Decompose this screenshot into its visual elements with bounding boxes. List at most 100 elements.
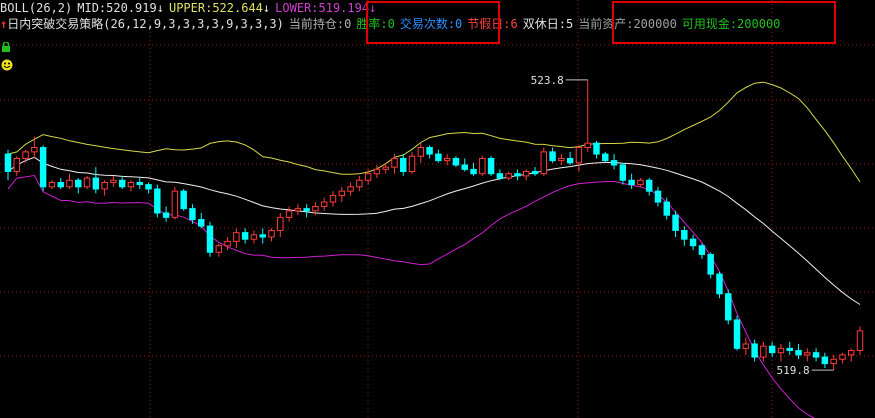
candle-body: [549, 151, 556, 162]
indicator-header: BOLL(26,2) MID: 520.919 ↓ UPPER: 522.644…: [0, 0, 376, 17]
candle: [742, 337, 750, 355]
strategy-params: (26,12,9,3,3,3,3,9,3,3,3): [103, 17, 284, 31]
candle: [681, 226, 688, 246]
candle-body: [663, 201, 670, 216]
candle: [224, 237, 231, 251]
candle-body: [75, 179, 82, 188]
candle: [847, 348, 855, 362]
candle-body: [356, 179, 363, 188]
price-annotations: 523.8 519.8: [531, 74, 834, 377]
candle-body: [821, 356, 829, 365]
candle-body: [408, 155, 416, 173]
candle-body: [198, 219, 205, 227]
candle-body: [233, 232, 240, 242]
candle-body: [373, 168, 381, 175]
candle: [83, 175, 91, 189]
candle-body: [180, 190, 187, 210]
candle: [259, 228, 266, 244]
candle-body: [154, 188, 161, 214]
candle: [566, 151, 574, 165]
candle: [768, 341, 776, 358]
candle: [48, 180, 56, 189]
candle-body: [347, 186, 354, 192]
assets-highlight-box: [612, 1, 836, 44]
mid-band-line: [7, 156, 861, 305]
candle-body: [856, 330, 864, 352]
candle: [725, 289, 732, 325]
candle: [400, 154, 407, 176]
candle-body: [118, 179, 126, 188]
candle-body: [391, 157, 398, 168]
candle-body: [338, 190, 345, 197]
candle-body: [698, 245, 706, 255]
candle-body: [417, 147, 425, 157]
candle: [13, 156, 21, 176]
candle: [698, 243, 706, 259]
candle: [303, 204, 310, 218]
candle: [689, 234, 697, 251]
candle-body: [4, 153, 12, 173]
candle-body: [742, 343, 750, 349]
candle: [733, 315, 741, 351]
strategy-label[interactable]: 日内突破交易策略: [7, 16, 103, 33]
candle-body: [672, 214, 679, 231]
candle: [804, 348, 811, 362]
candle: [610, 154, 618, 170]
candle: [751, 339, 758, 362]
candle: [645, 178, 653, 196]
upper-value: 522.644: [212, 1, 263, 15]
candle-body: [777, 347, 785, 354]
candle-body: [13, 157, 21, 173]
candle-body: [110, 179, 117, 183]
candle-body: [487, 157, 495, 175]
candle: [505, 171, 512, 181]
candle-body: [48, 181, 56, 188]
candle: [171, 186, 179, 220]
candle: [593, 140, 600, 159]
candle: [479, 156, 486, 176]
candle: [215, 243, 223, 257]
candle-body: [101, 181, 108, 190]
candle: [777, 343, 785, 362]
lock-icon: [2, 42, 10, 52]
candle-body: [593, 142, 600, 155]
candle: [57, 178, 64, 189]
candle: [408, 151, 416, 174]
candle-series: [4, 79, 864, 371]
candle-body: [452, 157, 460, 166]
candle-body: [637, 179, 644, 186]
candle-body: [716, 273, 723, 295]
candle: [417, 143, 425, 163]
candle-body: [57, 181, 64, 188]
candle-body: [66, 179, 73, 188]
candle-body: [575, 147, 583, 164]
high-price-label: 523.8: [531, 74, 564, 87]
candle: [127, 180, 135, 192]
position-value: 0: [344, 17, 352, 31]
red-up-arrow-icon: ↑: [0, 17, 8, 31]
candle: [470, 162, 477, 176]
smile-icon: [1, 59, 13, 71]
candle-body: [443, 157, 451, 162]
candle: [277, 212, 284, 238]
candle: [637, 178, 644, 187]
candle: [198, 212, 205, 229]
candle: [39, 145, 47, 192]
candle: [821, 352, 829, 368]
candle: [118, 175, 126, 189]
candle: [760, 341, 767, 362]
candle-body: [259, 234, 266, 238]
candle: [92, 167, 100, 194]
mid-value: 520.919: [106, 1, 157, 15]
candle-body: [303, 208, 310, 212]
candle: [4, 149, 12, 181]
candle-body: [470, 168, 477, 175]
candle-body: [602, 153, 609, 162]
candle-body: [215, 245, 223, 253]
candle-body: [268, 229, 275, 238]
candle-body: [523, 171, 530, 177]
candle: [347, 182, 354, 196]
candle: [584, 79, 591, 152]
candle-body: [294, 208, 302, 212]
candle-body: [733, 319, 741, 349]
